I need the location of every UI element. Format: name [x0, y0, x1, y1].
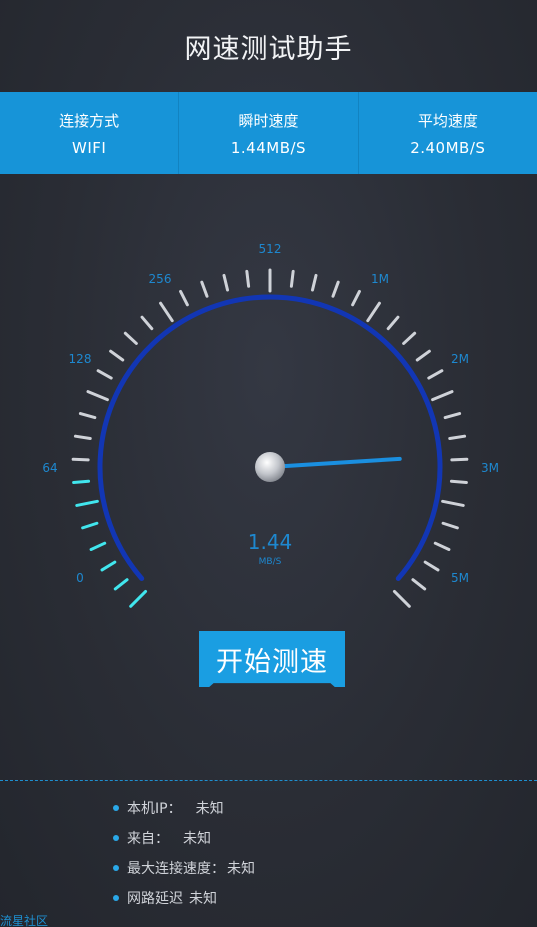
gauge-tick — [245, 269, 251, 288]
stat-connection-type: 连接方式 WIFI — [0, 92, 180, 174]
gauge-tick — [402, 331, 417, 345]
info-item-ip: 本机IP： 未知 — [113, 793, 255, 823]
gauge-hub — [255, 452, 285, 482]
watermark-text: 流星社区 — [0, 914, 49, 927]
gauge-label-128: 128 — [69, 352, 92, 366]
gauge-needle — [281, 456, 402, 469]
gauge-tick — [441, 521, 459, 530]
gauge-tick — [75, 499, 99, 507]
gauge-label-256: 256 — [149, 272, 172, 286]
stat-label: 平均速度 — [417, 111, 478, 130]
gauge-tick — [427, 369, 444, 380]
gauge-tick — [179, 289, 189, 307]
stats-bar: 连接方式 WIFI 瞬时速度 1.44MB/S 平均速度 2.40MB/S — [0, 92, 537, 174]
gauge-label-512: 512 — [259, 242, 282, 256]
gauge-tick — [449, 479, 468, 484]
gauge-label-64: 64 — [42, 461, 57, 475]
stat-average-speed: 平均速度 2.40MB/S — [359, 92, 537, 174]
app-title: 网速测试助手 — [184, 33, 353, 65]
gauge-tick — [423, 560, 440, 572]
gauge-unit: MB/S — [259, 557, 282, 567]
gauge-tick — [86, 390, 109, 402]
title-bar: 网速测试助手 — [0, 0, 537, 92]
dashed-divider — [0, 780, 537, 781]
gauge-label-2m: 2M — [451, 352, 469, 366]
info-value: 未知 — [195, 801, 224, 817]
gauge-label-0: 0 — [76, 571, 84, 585]
bullet-icon — [113, 835, 119, 841]
speed-gauge: 0 64 128 256 512 1M 2M 3M 5M 1.44 MB/S — [42, 242, 499, 608]
info-key: 网路延迟 — [127, 891, 183, 907]
info-value: 未知 — [227, 861, 255, 877]
gauge-tick — [433, 541, 451, 551]
gauge-tick — [129, 589, 148, 608]
gauge-tick — [443, 412, 462, 420]
info-item-max-speed: 最大连接速度： 未知 — [113, 853, 255, 883]
info-item-from: 来自： 未知 — [113, 823, 255, 853]
gauge-tick — [200, 280, 209, 298]
info-value: 未知 — [189, 891, 217, 907]
gauge-tick — [448, 434, 467, 441]
gauge-tick — [351, 289, 361, 307]
gauge-tick — [411, 578, 427, 591]
gauge-tick — [415, 349, 431, 362]
start-test-button[interactable]: 开始测速 — [199, 631, 345, 687]
gauge-ticks — [71, 268, 469, 608]
gauge-tick — [331, 280, 340, 298]
bullet-icon — [113, 895, 119, 901]
gauge-label-1m: 1M — [371, 272, 389, 286]
info-key: 本机IP： — [127, 801, 182, 817]
gauge-reading: 1.44 — [248, 530, 293, 554]
gauge-tick — [96, 369, 113, 380]
gauge-tick — [289, 269, 295, 288]
info-value: 未知 — [183, 831, 211, 847]
gauge-tick — [159, 301, 174, 323]
gauge-tick — [100, 560, 117, 572]
stat-value: WIFI — [72, 138, 107, 157]
gauge-tick — [366, 301, 381, 323]
gauge-tick — [450, 457, 469, 462]
stat-label: 连接方式 — [59, 111, 120, 130]
gauge-tick — [72, 479, 91, 484]
gauge-tick — [109, 349, 125, 362]
gauge-tick — [73, 434, 92, 441]
gauge-tick — [431, 390, 454, 402]
stat-label: 瞬时速度 — [238, 111, 299, 130]
gauge-tick — [392, 589, 411, 608]
gauge-tick — [81, 521, 99, 530]
gauge-tick — [89, 541, 107, 551]
bullet-icon — [113, 865, 119, 871]
stat-instant-speed: 瞬时速度 1.44MB/S — [179, 92, 359, 174]
gauge-tick — [441, 499, 465, 507]
gauge-label-3m: 3M — [481, 461, 499, 475]
gauge-tick — [310, 273, 318, 292]
gauge-tick — [78, 412, 97, 420]
gauge-tick — [386, 315, 400, 331]
bullet-icon — [113, 805, 119, 811]
info-key: 最大连接速度： — [127, 861, 225, 877]
info-list: 本机IP： 未知 来自： 未知 最大连接速度： 未知 网路延迟 未知 — [113, 793, 255, 913]
speedtest-app: 网速测试助手 连接方式 WIFI 瞬时速度 1.44MB/S 平均速度 2.40… — [0, 0, 537, 927]
gauge-tick — [71, 457, 90, 462]
gauge-label-5m: 5M — [451, 571, 469, 585]
gauge-tick — [222, 273, 230, 292]
gauge-tick — [123, 331, 138, 345]
info-key: 来自： — [127, 831, 169, 847]
info-item-latency: 网路延迟 未知 — [113, 883, 255, 913]
gauge-tick — [140, 315, 154, 331]
gauge-tick — [113, 578, 129, 591]
stat-value: 2.40MB/S — [410, 138, 486, 157]
stat-value: 1.44MB/S — [230, 138, 307, 157]
